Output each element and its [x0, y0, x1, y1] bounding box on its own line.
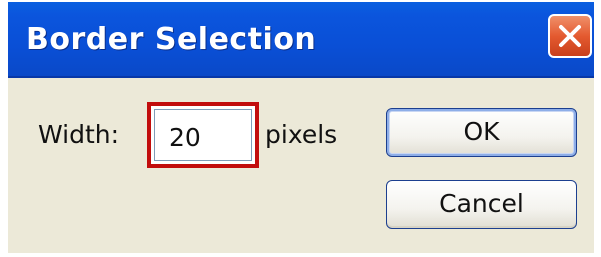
close-button[interactable] — [548, 14, 592, 58]
width-input[interactable]: 20 — [147, 102, 259, 168]
pixels-unit-label: pixels — [265, 120, 338, 149]
cancel-button[interactable]: Cancel — [386, 180, 577, 229]
close-icon — [559, 25, 581, 47]
border-selection-dialog: Border Selection Width: 20 pixels OK Can… — [8, 2, 594, 253]
width-value[interactable]: 20 — [169, 123, 201, 152]
dialog-title: Border Selection — [26, 22, 317, 57]
width-input-box[interactable]: 20 — [154, 109, 252, 161]
ok-button[interactable]: OK — [386, 108, 577, 157]
title-bar[interactable]: Border Selection — [8, 2, 594, 78]
width-label: Width: — [38, 120, 120, 149]
